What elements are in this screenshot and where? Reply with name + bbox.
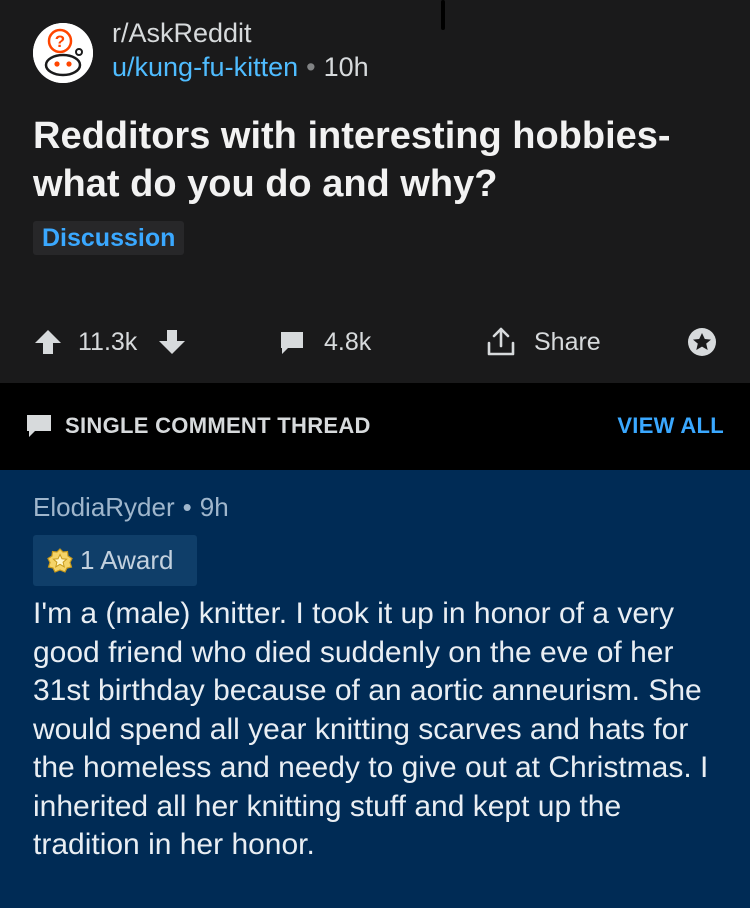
post-author-link[interactable]: u/kung-fu-kitten [112, 52, 298, 82]
award-badge[interactable]: 1 Award [33, 535, 197, 586]
single-thread-label: SINGLE COMMENT THREAD [65, 413, 371, 438]
award-count-label: 1 Award [80, 545, 174, 575]
view-all-button[interactable]: VIEW ALL [617, 413, 724, 439]
comments-button[interactable]: 4.8k [277, 318, 371, 366]
downvote-button[interactable] [157, 318, 187, 366]
post-meta: u/kung-fu-kitten • 10h [112, 52, 369, 83]
single-thread-bar: SINGLE COMMENT THREAD VIEW ALL [0, 383, 750, 470]
post-card: ? r/AskReddit u/kung-fu-kitten • 10h Reddi… [0, 0, 750, 383]
subreddit-name[interactable]: r/AskReddit [112, 18, 252, 49]
comment-body: I'm a (male) knitter. I took it up in ho… [33, 597, 709, 861]
subreddit-avatar-icon[interactable]: ? [33, 23, 93, 83]
comment-age: 9h [199, 492, 229, 522]
share-button[interactable]: Share [484, 318, 601, 366]
comment-author[interactable]: ElodiaRyder [33, 492, 175, 522]
comment-meta: ElodiaRyder • 9h [33, 492, 229, 523]
comment-bubble-icon [281, 332, 303, 354]
meta-separator: • [182, 492, 192, 522]
status-bar-fragment [441, 0, 445, 30]
silver-award-icon [47, 547, 73, 573]
comment-card: ElodiaRyder • 9h 1 Award I'm a (male) knit… [0, 470, 750, 908]
post-title[interactable]: Redditors with interesting hobbies- what… [33, 112, 723, 208]
award-icon [688, 328, 716, 356]
upvote-button[interactable] [33, 318, 63, 366]
give-award-button[interactable] [685, 318, 719, 366]
svg-text:?: ? [55, 32, 65, 51]
post-flair[interactable]: Discussion [33, 221, 185, 255]
comment-count: 4.8k [324, 327, 372, 356]
vote-count: 11.3k [78, 327, 138, 356]
share-label: Share [534, 327, 601, 356]
share-icon [487, 327, 515, 356]
post-age: 10h [323, 52, 369, 82]
upvote-arrow-icon [35, 330, 61, 354]
meta-separator: • [306, 52, 316, 82]
downvote-arrow-icon [159, 330, 185, 354]
comment-bubble-icon [27, 415, 51, 437]
post-action-bar: 11.3k 4.8k Share [0, 318, 750, 366]
